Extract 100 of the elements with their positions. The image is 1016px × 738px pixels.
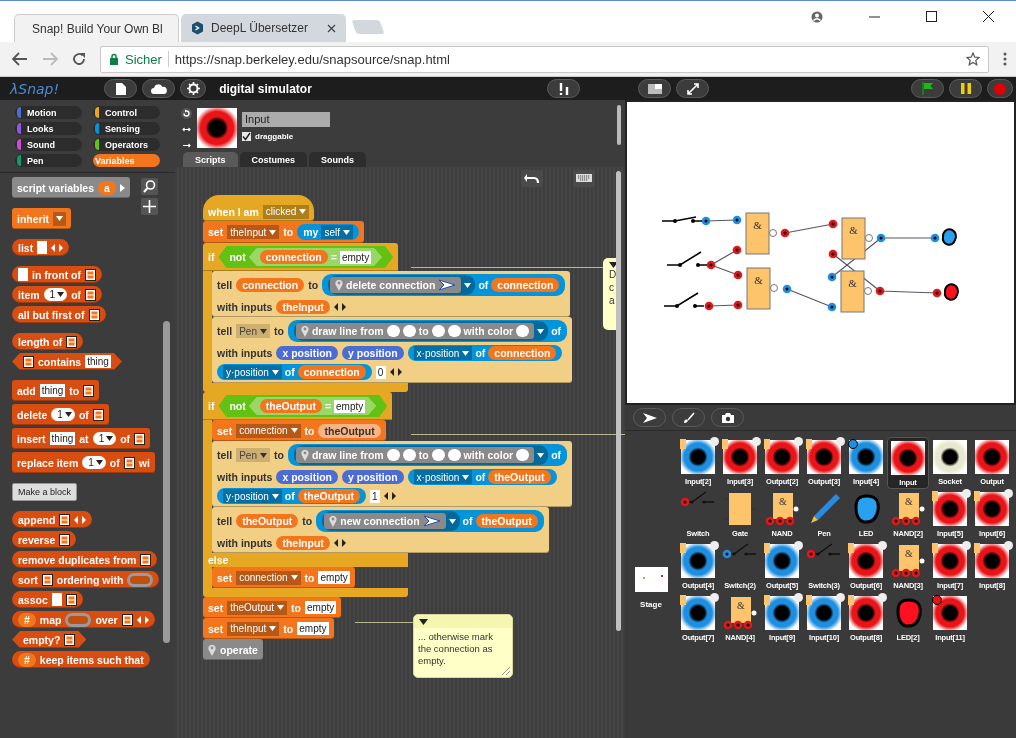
predicate-block[interactable]: not connection = empty [218,246,394,268]
list-icon[interactable] [92,408,104,421]
scrollbar[interactable] [617,105,621,145]
close-icon[interactable] [983,11,994,22]
arrows-icon[interactable] [389,368,402,376]
arrows-icon[interactable] [333,538,346,547]
input-slot[interactable]: 1 [369,489,380,503]
back-icon[interactable] [12,52,28,66]
category-button[interactable]: Operators [93,138,160,151]
resize-handle-icon[interactable] [501,666,510,675]
reporter-block[interactable]: reverse [12,531,77,548]
sprite-name-field[interactable]: Input [242,112,330,127]
command-block[interactable]: delete 1 of [12,404,109,425]
command-block[interactable]: replace item 1 of wi [12,452,155,473]
switch-drawing[interactable] [666,251,708,267]
reporter-block[interactable]: y position [342,346,404,360]
input-slot[interactable]: empty [339,250,372,264]
category-button[interactable]: Motion [15,106,82,119]
arrow-right-icon[interactable] [119,183,125,192]
reporter-block[interactable]: y·position of connection [217,364,372,380]
category-button[interactable]: Control [93,106,160,119]
reporter-block[interactable]: append [12,511,93,528]
plus-icon[interactable] [141,198,158,215]
draggable-checkbox[interactable] [242,132,251,141]
stage-size-button[interactable] [638,79,671,98]
reporter-block[interactable]: list [12,239,70,256]
stop-button[interactable] [987,79,1013,98]
input-slot[interactable] [18,268,28,281]
rotate-icon[interactable] [181,108,192,119]
snap-logo[interactable]: λSnap! [10,80,60,97]
dropdown-slot[interactable]: self [321,225,353,239]
editor-tab[interactable]: Sounds [309,152,367,167]
fullscreen-button[interactable] [676,79,709,98]
list-icon[interactable] [65,593,77,606]
if-block[interactable]: if not connection = empty [203,243,399,271]
browser-tab[interactable]: Snap! Build Your Own Bl [14,14,179,42]
predicate-block[interactable]: not theOutput = empty [218,395,388,417]
dropdown-slot[interactable]: connection [236,423,301,438]
input-slot[interactable]: 0 [375,365,386,379]
editor-tab[interactable]: Costumes [239,152,308,167]
reporter-block[interactable]: item 1 of [12,286,103,303]
dropdown-slot[interactable]: Pen [236,448,270,462]
list-icon[interactable] [85,268,96,281]
list-icon[interactable] [123,456,135,469]
dropdown-slot[interactable]: clicked [262,204,310,219]
undo-icon[interactable] [521,170,543,187]
dropdown-slot[interactable]: y·position [223,365,282,379]
settings-button[interactable] [180,79,207,98]
editor-tab[interactable]: Scripts [183,152,238,167]
number-slot[interactable]: 1 [51,408,75,421]
predicate-block[interactable]: connection = empty [248,248,383,266]
browser-tab[interactable]: DeepL Übersetzer [181,14,346,42]
comment-note[interactable]: D c a [603,258,617,330]
list-icon[interactable] [83,384,95,397]
reporter-block[interactable]: x·position of theOutput [407,469,557,485]
input-slot[interactable]: empty [334,399,366,413]
keyboard-icon[interactable] [573,170,595,187]
account-icon[interactable] [811,11,823,23]
arrows-icon[interactable] [333,302,346,311]
list-icon[interactable] [121,613,133,626]
dropdown-slot[interactable]: connection [236,570,301,585]
start-flag-button[interactable] [911,79,944,98]
make-a-block-button[interactable]: Make a block [12,483,78,501]
hat-block[interactable]: when I am clicked [203,195,315,221]
pause-button[interactable] [949,79,982,98]
input-slot[interactable] [37,241,48,254]
category-button[interactable]: Looks [15,122,82,135]
list-icon[interactable] [59,533,71,546]
cloud-button[interactable] [142,79,176,98]
input-slot[interactable]: thing [85,355,111,368]
search-icon[interactable] [141,178,158,195]
scrollbar[interactable] [163,321,170,643]
variable-reporter[interactable]: theOutput [318,423,381,438]
command-block[interactable]: set connection to theOutput [212,420,386,441]
list-icon[interactable] [23,355,34,368]
arrows-icon[interactable] [383,492,396,500]
caret-icon[interactable] [609,262,618,268]
reporter-block[interactable]: in front of [12,266,102,283]
reporter-block[interactable]: length of [12,333,84,350]
reporter-block[interactable]: remove duplicates from [12,551,158,568]
if-block[interactable]: if not theOutput = empty [203,392,393,420]
predicate-block[interactable]: empty? [12,631,87,648]
led-light[interactable] [941,228,957,246]
list-icon[interactable] [88,308,100,321]
reporter-block[interactable]: x position [276,346,338,360]
dropdown-slot[interactable]: y·position [223,489,282,503]
camera-button[interactable] [711,408,744,427]
list-icon[interactable] [85,288,97,301]
reporter-block[interactable]: assoc [12,591,83,608]
command-block[interactable]: set theInput to my self [203,221,364,243]
predicate-block[interactable]: theOutput = empty [248,397,377,415]
reporter-block[interactable]: sort ordering with [12,571,160,588]
menu-icon[interactable] [1003,52,1007,66]
input-slot[interactable]: empty [305,601,337,614]
category-button[interactable]: Pen [15,154,82,167]
input-slot[interactable]: thing [49,432,76,445]
command-block[interactable]: insert thing at 1 of [12,428,151,449]
turtle-button[interactable] [633,408,666,427]
dropdown-slot[interactable]: theInput [227,621,280,636]
input-slot[interactable] [51,593,62,606]
